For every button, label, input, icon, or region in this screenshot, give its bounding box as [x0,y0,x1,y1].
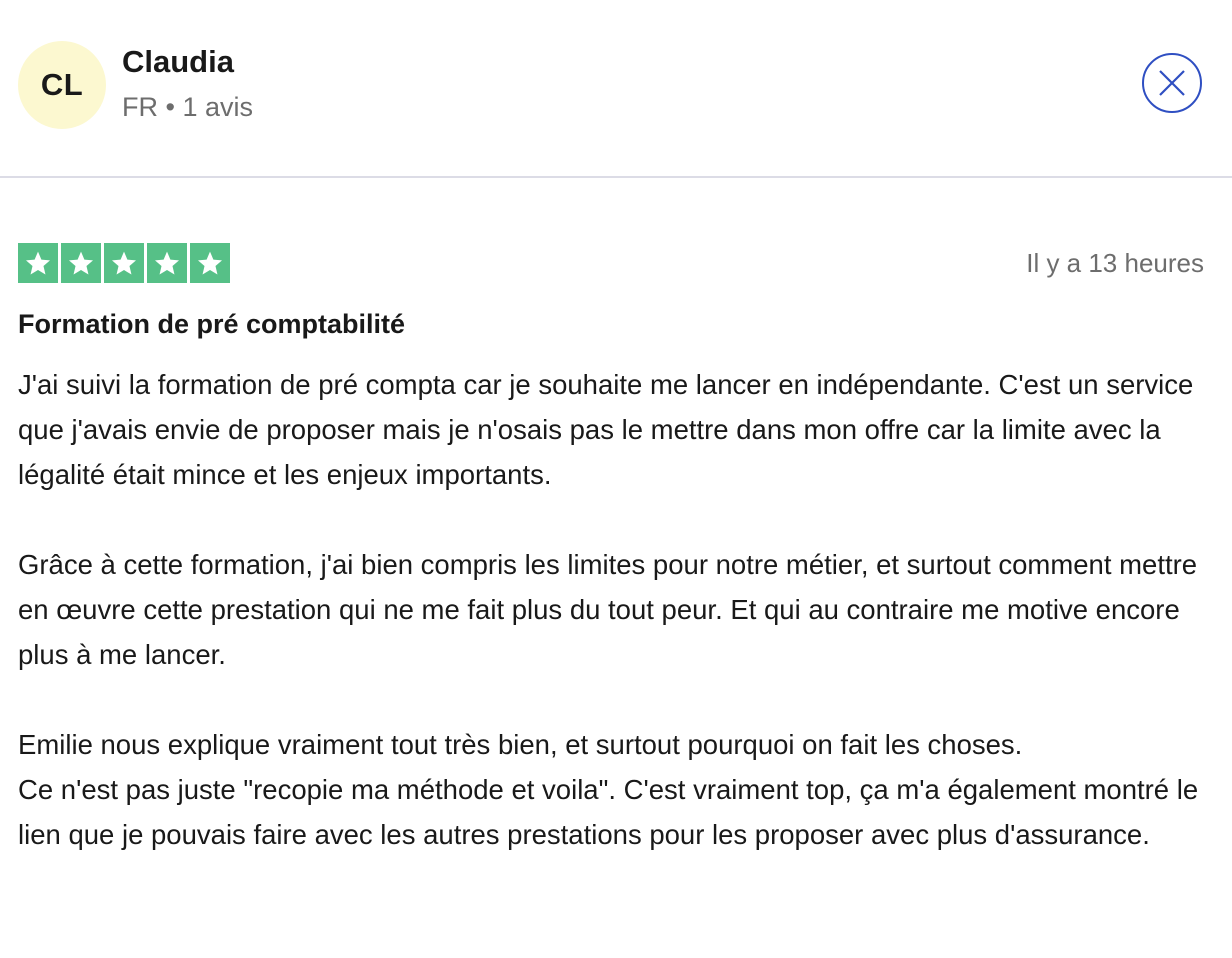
reviewer-name[interactable]: Claudia [122,44,234,80]
review-paragraph: Emilie nous explique vraiment tout très … [18,729,1023,760]
star-icon [104,243,144,283]
review-body: J'ai suivi la formation de pré compta ca… [18,362,1208,857]
star-icon [147,243,187,283]
star-rating [18,243,230,283]
review-paragraph: Grâce à cette formation, j'ai bien compr… [18,549,1198,670]
reviewer-meta: FR • 1 avis [122,92,253,122]
review-date: Il y a 13 heures [1026,248,1204,278]
review-paragraph: Ce n'est pas juste "recopie ma méthode e… [18,774,1199,850]
review-paragraph: J'ai suivi la formation de pré compta ca… [18,369,1194,490]
star-icon [18,243,58,283]
review-title: Formation de pré comptabilité [18,309,406,339]
star-icon [190,243,230,283]
avatar: CL [18,41,106,129]
review-header: CL Claudia FR • 1 avis [0,0,1232,178]
star-icon [61,243,101,283]
close-button[interactable] [1142,53,1202,113]
close-icon [1159,70,1185,96]
